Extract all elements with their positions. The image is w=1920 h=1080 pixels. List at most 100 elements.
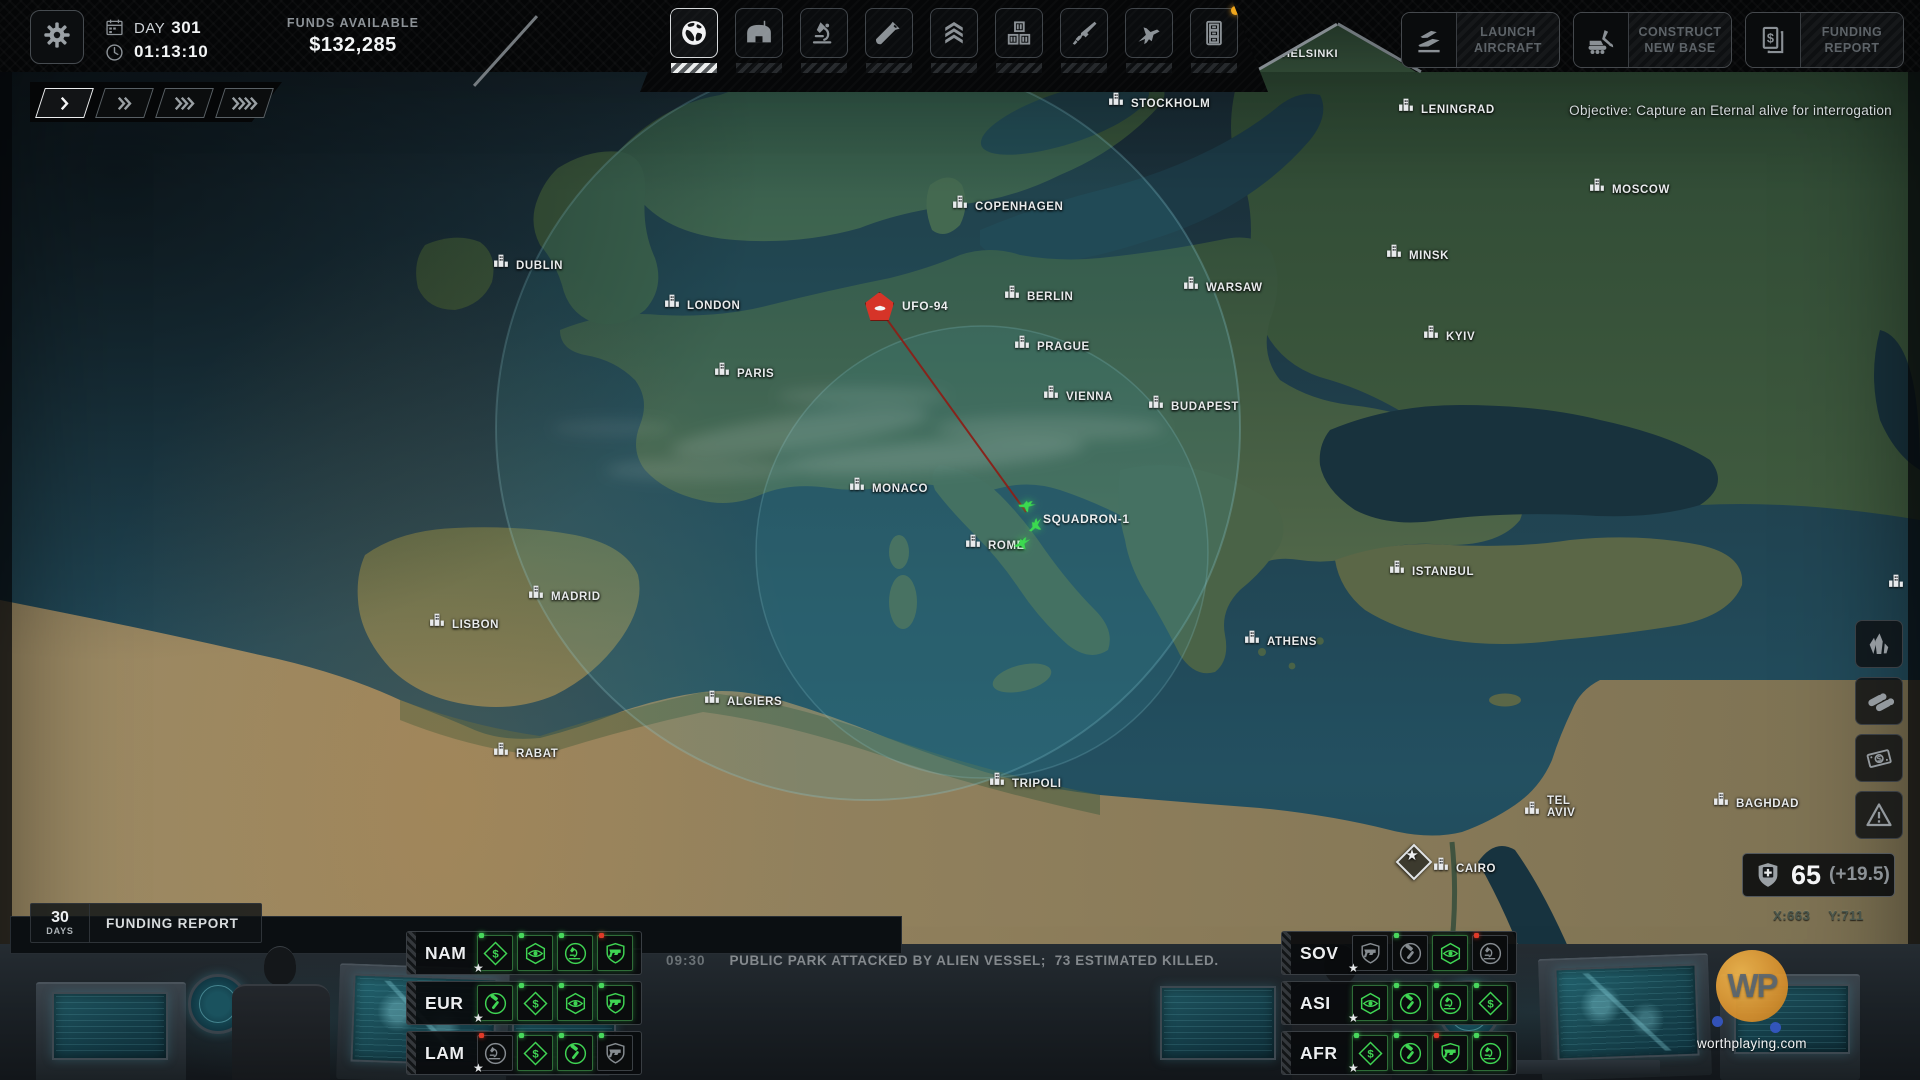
rank-icon — [930, 8, 978, 58]
city-label: LONDON — [687, 300, 741, 312]
city-marker-athens[interactable]: ATHENS — [1244, 629, 1317, 649]
city-marker-paris[interactable]: PARIS — [714, 361, 774, 381]
city-icon — [1043, 384, 1060, 404]
region-row-sov: SOV ★ — [1281, 931, 1517, 975]
region-enforcement-tile[interactable] — [557, 1033, 593, 1071]
region-military-tile[interactable] — [597, 983, 633, 1021]
city-marker-tripoli[interactable]: TRIPOLI — [989, 771, 1062, 791]
svg-text:$: $ — [1767, 31, 1774, 46]
city-marker-leningrad[interactable]: LENINGRAD — [1398, 97, 1495, 117]
region-funding-tile[interactable]: $ — [1472, 983, 1508, 1021]
funding-report-countdown[interactable]: 30 DAYS FUNDING REPORT — [30, 903, 262, 943]
region-enforcement-tile[interactable] — [1392, 983, 1428, 1021]
region-military-tile[interactable] — [597, 1033, 633, 1071]
nav-cabinet-button[interactable] — [1190, 6, 1240, 92]
squadron-label: SQUADRON-1 — [1043, 512, 1130, 526]
city-marker-budapest[interactable]: BUDAPEST — [1148, 394, 1239, 414]
nav-hangar-button[interactable] — [735, 8, 783, 92]
region-science-tile[interactable] — [1472, 933, 1508, 971]
city-marker-dublin[interactable]: DUBLIN — [493, 253, 563, 273]
city-marker-istanbul[interactable]: ISTANBUL — [1389, 559, 1474, 579]
region-surveillance-tile[interactable] — [557, 983, 593, 1021]
city-marker-baghdad[interactable]: BAGHDAD — [1713, 791, 1799, 811]
city-marker-london[interactable]: LONDON — [664, 293, 740, 313]
nav-hatch-strip — [801, 63, 847, 73]
fuel-button[interactable] — [1855, 677, 1903, 725]
region-science-tile[interactable]: ★ — [473, 1033, 513, 1075]
settings-button[interactable] — [30, 10, 84, 64]
city-icon — [1398, 97, 1415, 117]
region-enforcement-tile[interactable] — [1392, 933, 1428, 971]
city-icon — [849, 476, 866, 496]
day-display: DAY 301 — [134, 18, 202, 37]
status-dot-green — [1474, 983, 1479, 988]
city-label: PRAGUE — [1037, 341, 1090, 353]
region-surveillance-tile[interactable]: ★ — [1348, 985, 1388, 1025]
city-icon — [664, 293, 681, 313]
region-funding-tile[interactable]: $ ★ — [473, 933, 513, 975]
status-dot-green — [519, 933, 524, 938]
crystal-button[interactable] — [1855, 620, 1903, 668]
region-funding-tile[interactable]: $ — [517, 1033, 553, 1071]
cash-button[interactable]: $ — [1855, 734, 1903, 782]
city-label: CAIRO — [1456, 863, 1497, 875]
launch-aircraft-button[interactable]: LAUNCH AIRCRAFT — [1401, 12, 1560, 68]
city-marker-madrid[interactable]: MADRID — [528, 584, 601, 604]
speed-4-button[interactable] — [215, 88, 274, 118]
city-marker-lisbon[interactable]: LISBON — [429, 612, 499, 632]
time-speed-controls — [30, 82, 282, 122]
region-surveillance-tile[interactable] — [517, 933, 553, 971]
clock-icon — [104, 42, 125, 63]
region-funding-tile[interactable]: $ ★ — [1348, 1033, 1388, 1075]
nav-globe-button[interactable] — [670, 8, 718, 92]
funding-report-button[interactable]: $ FUNDING REPORT — [1745, 12, 1904, 68]
base-marker[interactable]: ★ — [1395, 843, 1433, 881]
region-military-tile[interactable]: ★ — [1348, 935, 1388, 975]
svg-text:$: $ — [532, 1048, 539, 1060]
region-science-tile[interactable] — [557, 933, 593, 971]
city-marker-monaco[interactable]: MONACO — [849, 476, 928, 496]
city-marker-cairo[interactable]: CAIRO — [1433, 856, 1496, 876]
speed-2-button[interactable] — [95, 88, 154, 118]
nav-rifle-button[interactable] — [1060, 8, 1108, 92]
city-label: BERLIN — [1027, 291, 1074, 303]
alert-button[interactable] — [1855, 791, 1903, 839]
speed-3-button[interactable] — [155, 88, 214, 118]
region-funding-tile[interactable]: $ — [517, 983, 553, 1021]
region-science-tile[interactable] — [1472, 1033, 1508, 1071]
construct-new-base-button[interactable]: CONSTRUCT NEW BASE — [1573, 12, 1732, 68]
nav-rank-button[interactable] — [930, 8, 978, 92]
city-marker-vienna[interactable]: VIENNA — [1043, 384, 1113, 404]
city-marker-algiers[interactable]: ALGIERS — [704, 689, 782, 709]
city-marker-kyiv[interactable]: KYIV — [1423, 324, 1475, 344]
city-marker-berlin[interactable]: BERLIN — [1004, 284, 1073, 304]
city-label: TEL AVIV — [1547, 795, 1576, 819]
city-marker-prague[interactable]: PRAGUE — [1014, 334, 1090, 354]
city-marker-rabat[interactable]: RABAT — [493, 741, 558, 761]
region-surveillance-tile[interactable] — [1432, 935, 1468, 971]
countdown-label: FUNDING REPORT — [106, 915, 239, 931]
nav-hatch-strip — [671, 63, 717, 73]
city-marker-stockholm[interactable]: STOCKHOLM — [1108, 91, 1210, 111]
speed-1-button[interactable] — [35, 88, 94, 118]
nav-jet-button[interactable] — [1125, 8, 1173, 92]
city-marker[interactable] — [1888, 573, 1911, 593]
city-label: STOCKHOLM — [1131, 98, 1211, 110]
city-marker-minsk[interactable]: MINSK — [1386, 243, 1449, 263]
city-icon — [1423, 324, 1440, 344]
nav-wrench-button[interactable] — [865, 8, 913, 92]
city-marker-copenhagen[interactable]: COPENHAGEN — [952, 194, 1063, 214]
region-military-tile[interactable] — [597, 933, 633, 971]
nav-crates-button[interactable] — [995, 8, 1043, 92]
city-marker-tel-aviv[interactable]: TEL AVIV — [1524, 795, 1575, 820]
region-military-tile[interactable] — [1432, 1033, 1468, 1071]
region-enforcement-tile[interactable] — [1392, 1033, 1428, 1071]
ufo-marker[interactable]: UFO-94 — [865, 292, 948, 321]
shield-plus-icon — [1753, 859, 1783, 891]
city-marker-warsaw[interactable]: WARSAW — [1183, 275, 1263, 295]
city-marker-moscow[interactable]: MOSCOW — [1589, 177, 1670, 197]
region-science-tile[interactable] — [1432, 983, 1468, 1021]
region-enforcement-tile[interactable]: ★ — [473, 985, 513, 1025]
region-row-asi: ASI ★ $ — [1281, 981, 1517, 1025]
nav-microscope-button[interactable] — [800, 8, 848, 92]
